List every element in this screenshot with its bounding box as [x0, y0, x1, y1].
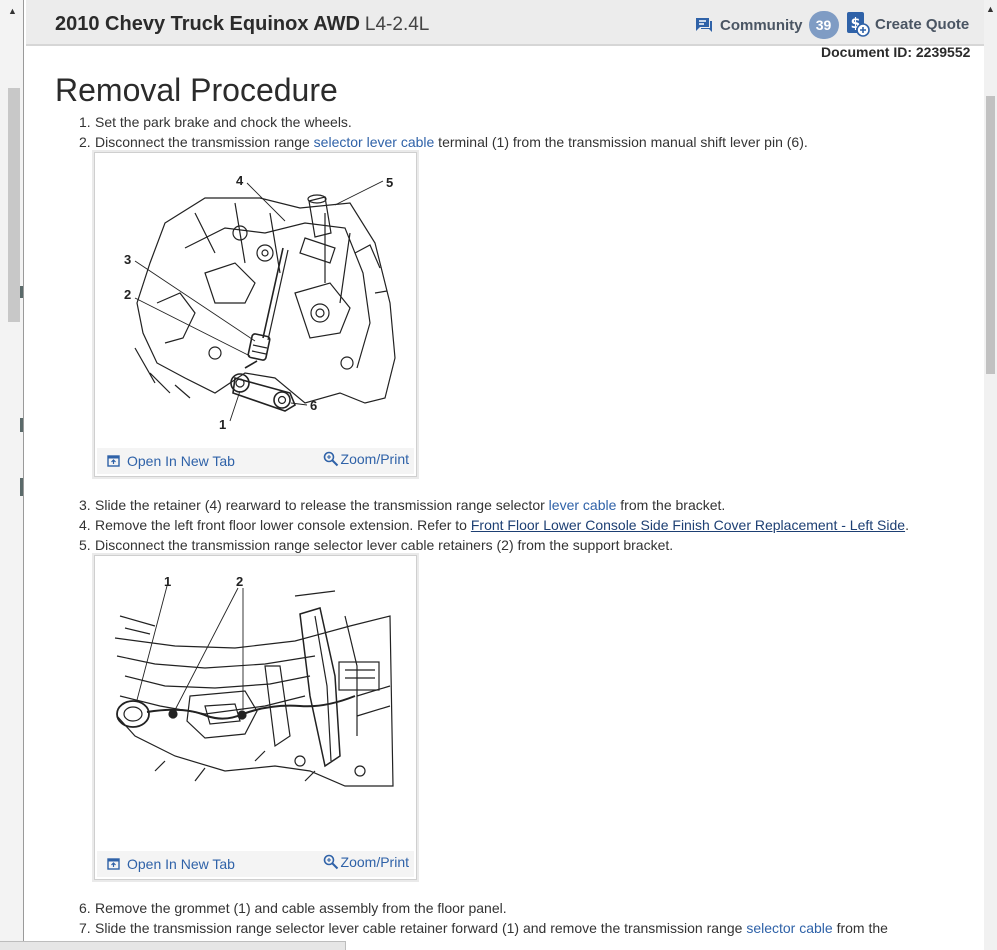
vehicle-name: 2010 Chevy Truck Equinox AWD — [55, 13, 360, 35]
edge-marker — [20, 418, 23, 432]
engine-label: L4-2.4L — [364, 14, 430, 35]
scroll-up-arrow-icon[interactable]: ▲ — [8, 6, 17, 16]
step-number: 6. — [79, 900, 91, 916]
callout-3: 3 — [124, 252, 131, 267]
step-text: Disconnect the transmission range select… — [95, 537, 674, 553]
step-number: 5. — [79, 537, 91, 553]
zoom-magnifier-icon — [323, 451, 338, 467]
glossary-link[interactable]: lever cable — [549, 497, 617, 513]
open-in-new-tab-label: Open In New Tab — [127, 453, 235, 469]
procedure-step: 7. Slide the transmission range selector … — [79, 920, 888, 936]
callout-1: 1 — [164, 574, 171, 589]
step-number: 7. — [79, 920, 91, 936]
step-text: Disconnect the transmission range — [95, 134, 314, 150]
transmission-shift-cable-illustration: 4 5 3 2 1 6 — [124, 173, 396, 432]
procedure-step: 3. Slide the retainer (4) rearward to rel… — [79, 497, 725, 513]
glossary-link[interactable]: selector cable — [746, 920, 832, 936]
step-text: Remove the grommet (1) and cable assembl… — [95, 900, 507, 916]
document-header: 2010 Chevy Truck Equinox AWD L4-2.4L Comm… — [26, 0, 984, 46]
scroll-up-arrow-icon[interactable]: ▲ — [986, 4, 995, 14]
create-quote-button[interactable]: $ Create Quote — [846, 11, 969, 37]
step-text: Remove the left front floor lower consol… — [95, 517, 471, 533]
procedure-step: 1. Set the park brake and chock the wheel… — [79, 114, 352, 130]
figure-toolbar: Open In New Tab Zoom/Print — [97, 851, 414, 877]
figure-toolbar: Open In New Tab Zoom/Print — [97, 448, 414, 474]
callout-1: 1 — [219, 417, 226, 432]
page-scrollbar[interactable]: ▲ — [984, 0, 997, 950]
zoom-print-label: Zoom/Print — [340, 451, 409, 467]
vehicle-title: 2010 Chevy Truck Equinox AWD L4-2.4L — [55, 13, 429, 36]
document-id: Document ID: 2239552 — [821, 44, 971, 60]
scrollbar-thumb[interactable] — [8, 88, 20, 322]
create-quote-label: Create Quote — [875, 15, 970, 33]
open-new-tab-icon — [107, 858, 120, 870]
callout-2: 2 — [236, 574, 243, 589]
step-text: Slide the retainer (4) rearward to relea… — [95, 497, 549, 513]
zoom-magnifier-icon — [323, 854, 338, 870]
procedure-step: 4. Remove the left front floor lower cons… — [79, 517, 909, 533]
zoom-print-link[interactable]: Zoom/Print — [323, 451, 409, 467]
procedure-figure: 1 2 Open In New Tab Zoom/Print — [94, 555, 417, 880]
step-text: from the — [832, 920, 888, 936]
zoom-print-link[interactable]: Zoom/Print — [323, 854, 409, 870]
procedure-step: 5. Disconnect the transmission range sele… — [79, 537, 673, 553]
procedure-figure: 4 5 3 2 1 6 Open In New Tab Zoom/Print — [94, 152, 417, 477]
procedure-step: 2. Disconnect the transmission range sele… — [79, 134, 808, 150]
figure-image: 1 2 — [95, 556, 416, 851]
edge-marker — [20, 478, 23, 496]
floor-panel-cable-illustration: 1 2 — [114, 574, 394, 787]
open-in-new-tab-link[interactable]: Open In New Tab — [107, 856, 235, 872]
community-label: Community — [720, 16, 803, 34]
community-count-badge: 39 — [808, 11, 839, 39]
glossary-link[interactable]: selector lever cable — [314, 134, 435, 150]
open-in-new-tab-label: Open In New Tab — [127, 856, 235, 872]
callout-5: 5 — [386, 175, 393, 190]
callout-6: 6 — [310, 398, 317, 413]
zoom-print-label: Zoom/Print — [340, 854, 409, 870]
open-new-tab-icon — [107, 455, 120, 467]
figure-image: 4 5 3 2 1 6 — [95, 153, 416, 448]
community-button[interactable]: Community 39 — [694, 11, 839, 39]
step-number: 3. — [79, 497, 91, 513]
callout-2: 2 — [124, 287, 131, 302]
left-panel-scrollbar[interactable]: ▲ — [0, 0, 24, 950]
callout-4: 4 — [236, 173, 244, 188]
community-chat-icon — [696, 18, 712, 32]
step-number: 1. — [79, 114, 91, 130]
step-text: Set the park brake and chock the wheels. — [95, 114, 352, 130]
step-text: . — [905, 517, 909, 533]
scrollbar-thumb[interactable] — [986, 96, 995, 374]
browser-status-bar — [0, 941, 346, 950]
step-text: Slide the transmission range selector le… — [95, 920, 747, 936]
open-in-new-tab-link[interactable]: Open In New Tab — [107, 453, 235, 469]
page-title: Removal Procedure — [55, 72, 338, 108]
step-number: 4. — [79, 517, 91, 533]
step-text: from the bracket. — [616, 497, 726, 513]
cross-reference-link[interactable]: Front Floor Lower Console Side Finish Co… — [471, 517, 905, 533]
procedure-step: 6. Remove the grommet (1) and cable assem… — [79, 900, 507, 916]
create-quote-dollar-icon: $ — [847, 12, 870, 37]
step-text: terminal (1) from the transmission manua… — [434, 134, 808, 150]
step-number: 2. — [79, 134, 91, 150]
edge-marker — [20, 286, 23, 298]
